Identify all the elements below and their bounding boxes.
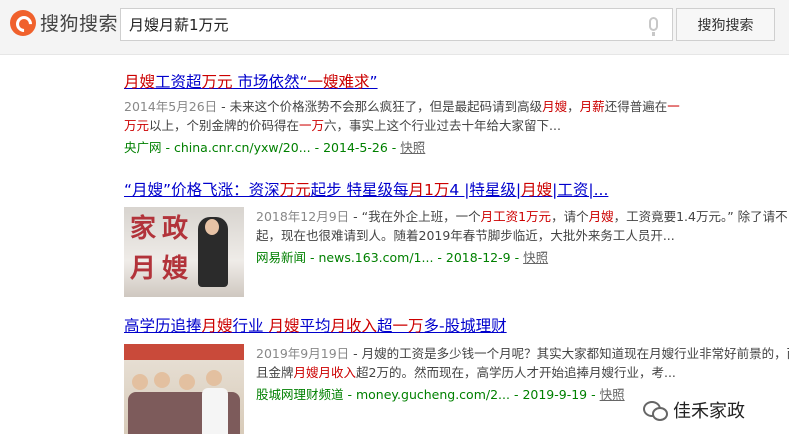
result-meta: 央广网 - china.cnr.cn/yxw/20... - 2014-5-26…: [124, 140, 426, 155]
wechat-watermark: 佳禾家政: [643, 397, 745, 423]
result-snippet: 2019年9月19日 - 月嫂的工资是多少钱一个月呢？其实大家都知道现在月嫂行业…: [256, 346, 789, 380]
wechat-icon: [643, 401, 668, 421]
search-result: 高学历追捧月嫂行业 月嫂平均月收入超一万多-股城理财 2019年9月19日 - …: [124, 314, 789, 436]
result-url[interactable]: money.gucheng.com/2...: [356, 387, 510, 402]
result-source: 央广网: [124, 140, 162, 155]
result-title-link[interactable]: “月嫂”价格飞涨：资深万元起步 特星级每月1万4 |特星级|月嫂|工资|...: [124, 178, 684, 200]
sogou-logo[interactable]: 搜狗搜索: [10, 9, 118, 36]
result-source: 股城网理财频道: [256, 387, 344, 402]
result-source: 网易新闻: [256, 250, 307, 265]
search-button[interactable]: 搜狗搜索: [676, 8, 775, 41]
search-input[interactable]: [121, 9, 639, 40]
logo-text: 搜狗搜索: [40, 13, 119, 35]
result-date: 2018-12-9: [445, 250, 511, 265]
snapshot-link[interactable]: 快照: [600, 387, 625, 402]
snapshot-link[interactable]: 快照: [523, 250, 548, 265]
search-result: “月嫂”价格飞涨：资深万元起步 特星级每月1万4 |特星级|月嫂|工资|... …: [124, 178, 788, 299]
result-meta: 网易新闻 - news.163.com/1... - 2018-12-9 - 快…: [256, 250, 549, 265]
result-snippet: 2014年5月26日 - 未来这个价格涨势不会那么疯狂了，但是最起码请到高级月嫂…: [124, 99, 680, 133]
result-url[interactable]: news.163.com/1...: [318, 250, 433, 265]
microphone-icon[interactable]: [649, 17, 658, 36]
snapshot-link[interactable]: 快照: [400, 140, 425, 155]
result-date: 2019-9-19: [522, 387, 588, 402]
search-result: 月嫂工资超万元 市场依然“一嫂难求” 2014年5月26日 - 未来这个价格涨势…: [124, 70, 684, 157]
result-url[interactable]: china.cnr.cn/yxw/20...: [174, 140, 311, 155]
result-snippet: 2018年12月9日 - “我在外企上班，一个月工资1万元，请个月嫂，工资竟要1…: [256, 209, 788, 243]
result-title-link[interactable]: 月嫂工资超万元 市场依然“一嫂难求”: [124, 70, 684, 92]
search-box: [120, 8, 673, 41]
result-title-link[interactable]: 高学历追捧月嫂行业 月嫂平均月收入超一万多-股城理财: [124, 314, 684, 336]
search-header: 搜狗搜索 搜狗搜索: [0, 0, 789, 55]
sogou-logo-icon: [10, 9, 36, 36]
result-date: 2014-5-26: [323, 140, 388, 155]
